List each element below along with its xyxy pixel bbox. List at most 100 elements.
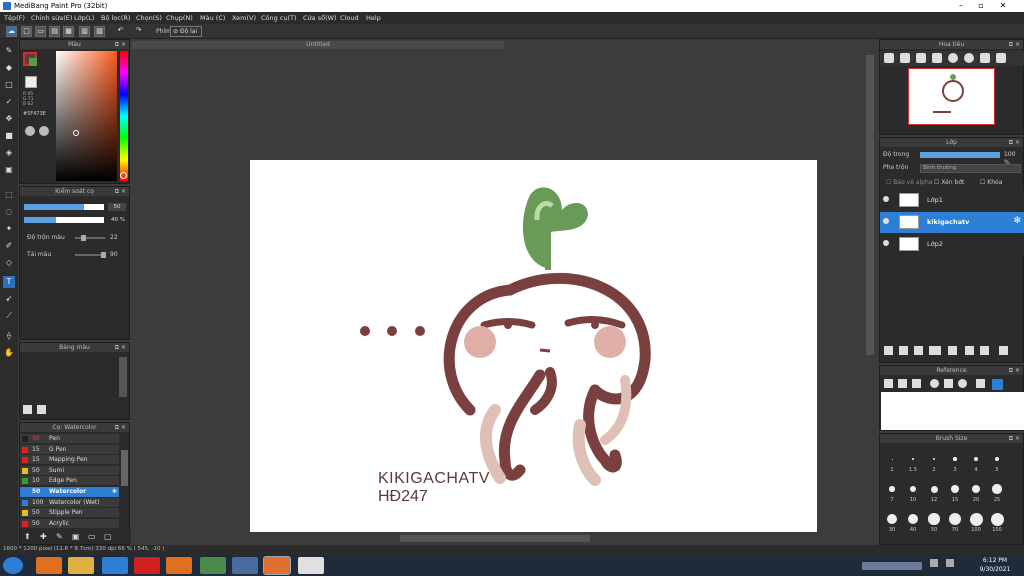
size-value[interactable]: 50 (108, 203, 126, 211)
secondary-color-swatch[interactable] (29, 58, 37, 66)
panel-close-icon[interactable]: ⧉ ✕ (115, 343, 126, 352)
reference-zoom-in-icon[interactable] (930, 379, 939, 388)
protect-alpha-checkbox[interactable]: ☐ Bảo vệ alpha (886, 179, 932, 187)
move-tool-icon[interactable]: ✥ (3, 113, 15, 125)
fill-rect-tool-icon[interactable]: ■ (3, 130, 15, 142)
select-eraser-icon[interactable]: ◇ (3, 257, 15, 269)
undo-icon[interactable]: ↶ (115, 26, 126, 37)
lock-checkbox[interactable]: ☐ Khóa (980, 179, 1002, 187)
vertical-scrollbar[interactable] (866, 55, 874, 355)
chrome-icon[interactable] (298, 557, 324, 574)
lasso-tool-icon[interactable]: ◌ (3, 206, 15, 218)
actual-size-icon[interactable] (932, 53, 942, 63)
close-button[interactable]: ✕ (994, 0, 1012, 12)
blend-slider[interactable] (75, 235, 105, 241)
pen-tool-icon[interactable]: ✓ (3, 96, 15, 108)
brush-item[interactable]: 10 Edge Pen (20, 476, 119, 487)
select-pen-icon[interactable]: ✐ (3, 240, 15, 252)
layer-merge-icon[interactable] (980, 346, 989, 355)
layer-visibility-icon[interactable] (883, 218, 889, 224)
clock-time[interactable]: 6:12 PM (975, 557, 1015, 564)
saturation-value-picker[interactable] (56, 51, 117, 181)
medibang-taskbar-icon[interactable] (263, 556, 291, 575)
page-icon[interactable]: ▥ (79, 26, 90, 37)
divide-tool-icon[interactable]: ⟋ (3, 310, 15, 322)
hue-slider-handle[interactable] (120, 172, 127, 179)
eraser-tool-icon[interactable]: ◆ (3, 62, 15, 74)
menu-tools[interactable]: Công cụ(T) (261, 14, 297, 22)
rotate-left-icon[interactable] (948, 53, 958, 63)
layer-opacity-slider[interactable] (920, 152, 1000, 158)
grid-icon[interactable]: ▦ (63, 26, 74, 37)
horizontal-scrollbar[interactable] (400, 535, 590, 542)
reset-rotation-icon[interactable] (980, 53, 990, 63)
brush-size-option[interactable] (891, 458, 893, 460)
add-color-icon[interactable] (23, 405, 32, 414)
gradient-tool-icon[interactable]: ▣ (3, 164, 15, 176)
brush-size-option[interactable] (953, 457, 957, 461)
system-tray-icons[interactable] (862, 562, 922, 570)
bucket-tool-icon[interactable]: ◈ (3, 147, 15, 159)
brush-size-option[interactable] (951, 485, 959, 493)
volume-icon[interactable] (946, 559, 954, 567)
new-file-icon[interactable]: □ (21, 26, 32, 37)
maximize-button[interactable]: ▫ (972, 0, 990, 12)
panel-close-icon[interactable]: ⧉ ✕ (1009, 434, 1020, 443)
cloud-icon[interactable]: ☁ (6, 26, 17, 37)
delete-color-icon[interactable] (37, 405, 46, 414)
brush-size-option[interactable] (907, 513, 919, 525)
zoom-in-icon[interactable] (884, 53, 894, 63)
brush-edit-icon[interactable]: ✎ (56, 532, 63, 541)
color-picker-cursor[interactable] (73, 130, 79, 136)
brush-size-option[interactable] (992, 484, 1002, 494)
text-tool-icon[interactable]: T (3, 276, 15, 288)
stabilizer-button[interactable]: ⊘ Độ lại (170, 26, 202, 37)
menu-cloud[interactable]: Cloud (340, 14, 359, 22)
layer-item[interactable]: Lớp2 (880, 234, 1024, 255)
redo-icon[interactable]: ↷ (133, 26, 144, 37)
reference-fit-icon[interactable] (944, 379, 953, 388)
brush-item[interactable]: 50 Acrylic (20, 518, 119, 529)
brush-upload-icon[interactable]: ⬆ (24, 532, 31, 541)
drawing-canvas[interactable]: KIKIGACHATV HĐ247 (250, 160, 817, 532)
clipping-checkbox[interactable]: ☐ Xén bớt (934, 179, 964, 187)
brush-size-option[interactable] (974, 457, 978, 461)
brush-folder-icon[interactable]: ▭ (88, 532, 96, 541)
reference-hand-icon[interactable] (992, 379, 1003, 390)
layer-item[interactable]: Lớp1 (880, 190, 1024, 211)
operation-tool-icon[interactable]: ➹ (3, 293, 15, 305)
hand-tool-icon[interactable]: ✋ (3, 347, 15, 359)
brush-size-option[interactable] (990, 512, 1004, 526)
menu-layer[interactable]: Lớp(L) (74, 14, 94, 22)
brush-size-option[interactable] (969, 512, 983, 526)
brush-size-option[interactable] (971, 484, 981, 494)
layer-add-menu-icon[interactable] (929, 346, 941, 355)
panel-close-icon[interactable]: ⧉ ✕ (1009, 40, 1020, 49)
brush-size-option[interactable] (932, 457, 936, 461)
brush-item[interactable]: 15 G Pen (20, 444, 119, 455)
media-player-icon[interactable] (166, 557, 192, 574)
palette-icon[interactable] (25, 126, 35, 136)
reference-close-icon[interactable] (912, 379, 921, 388)
menu-view[interactable]: Xem(V) (232, 14, 256, 22)
magic-wand-icon[interactable]: ✦ (3, 223, 15, 235)
rotate-right-icon[interactable] (964, 53, 974, 63)
eyedropper-tool-icon[interactable]: ⟠ (3, 330, 15, 342)
menu-snap[interactable]: Chụp(N) (166, 14, 193, 22)
brush-size-option[interactable] (912, 458, 914, 460)
layer-folder-icon[interactable] (948, 346, 957, 355)
reference-zoom-out-icon[interactable] (958, 379, 967, 388)
brush-delete-icon[interactable]: ▢ (104, 532, 112, 541)
brush-item[interactable]: 50 Stipple Pen (20, 508, 119, 519)
app-icon-green[interactable] (200, 557, 226, 574)
layer-visibility-icon[interactable] (883, 196, 889, 202)
menu-help[interactable]: Help (366, 14, 381, 22)
brush-item[interactable]: 50 Sumi (20, 465, 119, 476)
panel-close-icon[interactable]: ⧉ ✕ (115, 187, 126, 196)
brush-tool-icon[interactable]: ✎ (3, 45, 15, 57)
panel-close-icon[interactable]: ⧉ ✕ (115, 40, 126, 49)
start-button[interactable] (3, 557, 23, 574)
brush-item[interactable]: 15 Mapping Pen (20, 455, 119, 466)
opera-icon[interactable] (134, 557, 160, 574)
layer-item[interactable]: kikigachatv ✻ (880, 212, 1024, 233)
